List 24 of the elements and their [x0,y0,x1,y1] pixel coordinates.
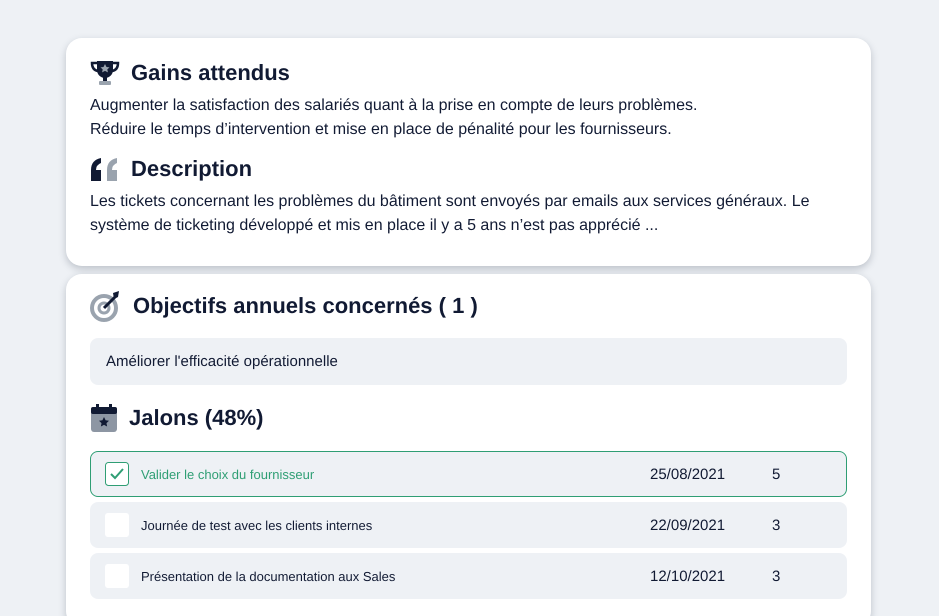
section-title: Jalons (48%) [129,405,264,431]
milestone-label: Journée de test avec les clients internes [141,518,374,532]
milestone-date: 22/09/2021 [649,516,726,534]
milestone-date: 25/08/2021 [649,466,726,482]
checkbox[interactable] [105,462,129,486]
milestone-weight: 3 [772,568,782,584]
milestone-weight: 3 [772,516,782,534]
target-icon [90,290,122,322]
objective-item: Améliorer l'efficacité opérationnelle [90,338,847,385]
milestone-weight: 5 [772,466,782,482]
quote-icon [90,157,120,181]
gain-text: Réduire le temps d’intervention et mise en place de pénalité pour les fournisseurs. [90,120,673,140]
trophy-icon [90,60,120,86]
milestone-row[interactable]: Présentation de la documentation aux Sales 12/10/2021 3 [90,553,847,599]
calendar-icon [90,403,118,433]
milestone-label: Présentation de la documentation aux Sales [141,568,396,584]
milestone-date: 12/10/2021 [649,568,726,584]
milestone-label: Valider le choix du fournisseur [141,466,316,482]
description-text: Les tickets concernant les problèmes du bâtiment sont envoyés par emails aux services généraux. Le système de ticketing développé et mis en place il y a 5 ans n’est pas apprécié ... [90,192,810,236]
section-title: Objectifs annuels concernés ( 1 ) [133,293,478,319]
section-title: Gains attendus [131,60,290,86]
milestone-row[interactable]: Journée de test avec les clients internes 22/09/2021 3 [90,502,847,548]
gain-text: Augmenter la satisfaction des salariés quant à la prise en compte de leurs problèmes. [90,96,698,116]
section-title: Description [131,156,252,182]
